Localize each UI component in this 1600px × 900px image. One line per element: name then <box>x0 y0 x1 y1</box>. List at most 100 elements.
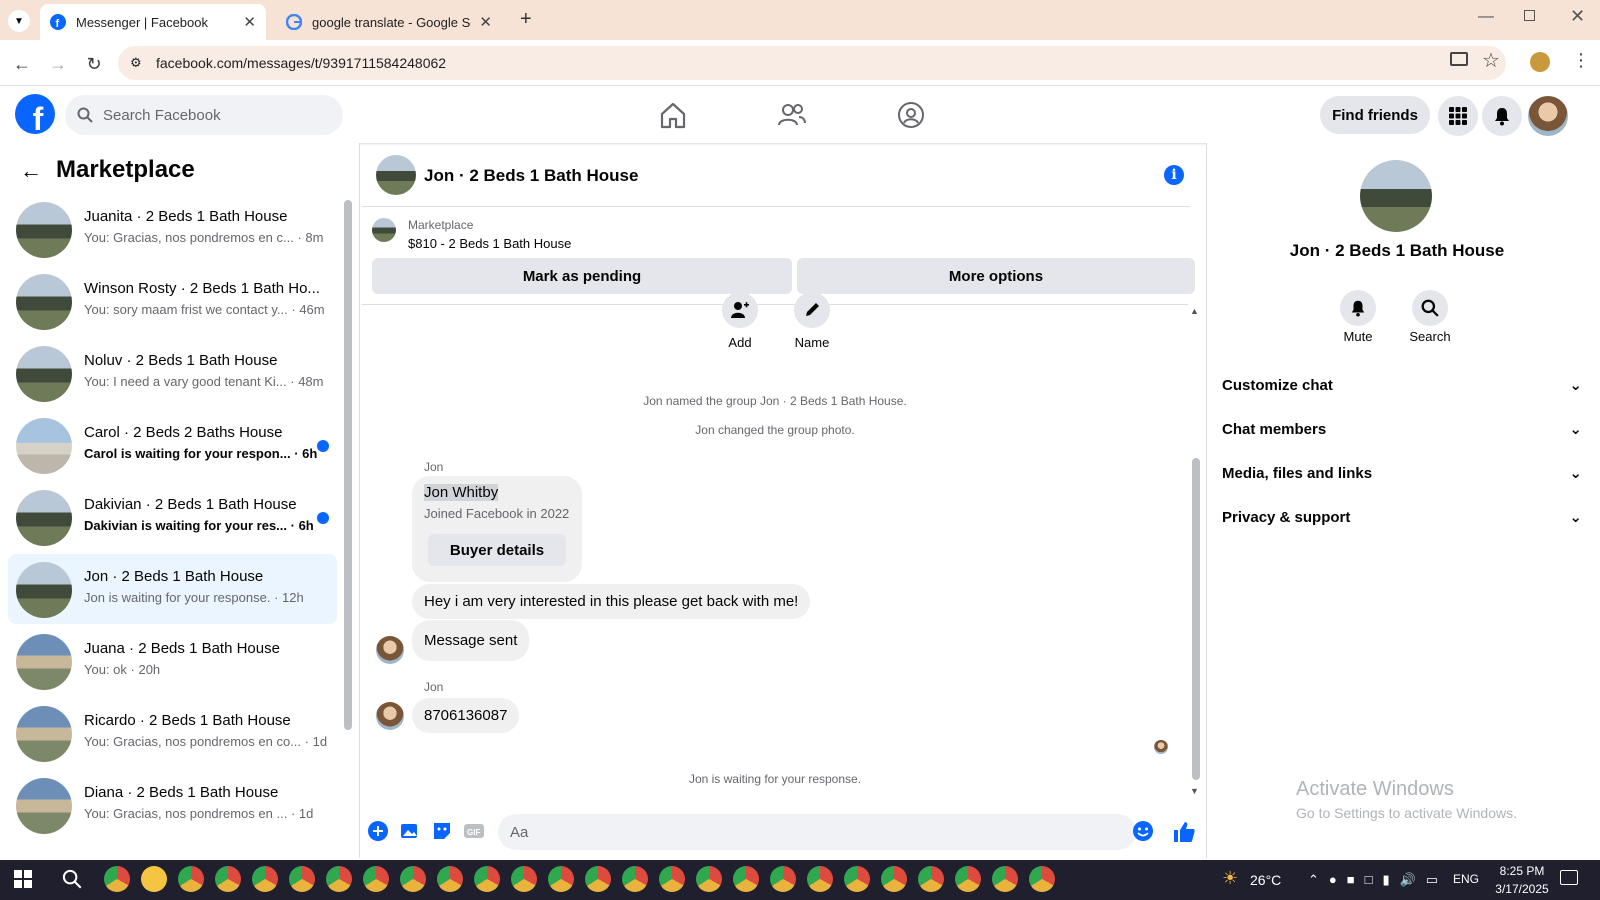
chrome-icon[interactable] <box>696 866 722 892</box>
notification-center-icon[interactable] <box>1560 870 1578 885</box>
tab-list-dropdown[interactable]: ▼ <box>8 10 30 32</box>
buyer-name[interactable]: Jon Whitby <box>424 484 499 501</box>
chrome-icon[interactable] <box>844 866 870 892</box>
new-tab-icon[interactable]: + <box>520 8 532 31</box>
chrome-icon[interactable] <box>807 866 833 892</box>
chrome-icon[interactable] <box>585 866 611 892</box>
gif-icon[interactable]: GIF <box>463 820 485 842</box>
reload-icon[interactable]: ↻ <box>82 52 106 76</box>
minimize-icon[interactable]: — <box>1478 8 1494 26</box>
scroll-up-icon[interactable]: ▲ <box>1190 306 1199 316</box>
back-icon[interactable]: ← <box>10 52 34 76</box>
conversation-item[interactable]: Juanita · 2 Beds 1 Bath House You: Gracia… <box>8 194 337 264</box>
chrome-icon[interactable] <box>1029 866 1055 892</box>
chrome-icon[interactable] <box>289 866 315 892</box>
find-friends-button[interactable]: Find friends <box>1320 96 1430 134</box>
install-icon[interactable] <box>1450 52 1468 66</box>
close-window-icon[interactable]: ✕ <box>1570 6 1585 27</box>
bookmark-star-icon[interactable]: ☆ <box>1482 48 1500 73</box>
message-bubble[interactable]: Hey i am very interested in this please … <box>412 584 811 619</box>
chrome-icon[interactable] <box>104 866 130 892</box>
restore-icon[interactable] <box>1524 10 1535 21</box>
close-tab-icon[interactable]: ✕ <box>243 13 256 31</box>
emoji-icon[interactable] <box>1132 820 1154 842</box>
chrome-icon[interactable] <box>992 866 1018 892</box>
browser-menu-icon[interactable]: ⋮ <box>1572 50 1590 71</box>
customize-chat-row[interactable]: Customize chat ⌄ <box>1222 376 1582 395</box>
chrome-icon[interactable] <box>548 866 574 892</box>
facebook-logo-icon[interactable]: f <box>15 94 55 134</box>
chrome-icon[interactable] <box>252 866 278 892</box>
clock-date[interactable]: 3/17/2025 <box>1486 882 1558 896</box>
media-files-links-row[interactable]: Media, files and links ⌄ <box>1222 464 1582 483</box>
chat-scrollbar[interactable] <box>1192 458 1200 780</box>
conversation-item[interactable]: Diana · 2 Beds 1 Bath House You: Gracias,… <box>8 770 337 840</box>
windows-start-icon[interactable] <box>14 870 32 888</box>
sender-avatar[interactable] <box>376 636 404 664</box>
back-arrow-icon[interactable]: ← <box>20 158 42 184</box>
site-info-icon[interactable]: ⚙ <box>130 55 142 71</box>
conversation-item[interactable]: Winson Rosty · 2 Beds 1 Bath Ho... You: s… <box>8 266 337 336</box>
chrome-icon[interactable] <box>326 866 352 892</box>
mute-button[interactable] <box>1340 290 1376 326</box>
file-explorer-icon[interactable] <box>141 866 167 892</box>
photo-icon[interactable] <box>399 820 421 842</box>
plus-circle-icon[interactable] <box>367 820 389 842</box>
add-people-button[interactable] <box>722 292 758 328</box>
chrome-icon[interactable] <box>622 866 648 892</box>
account-avatar[interactable] <box>1528 96 1568 136</box>
chrome-icon[interactable] <box>918 866 944 892</box>
chat-title[interactable]: Jon · 2 Beds 1 Bath House <box>424 166 638 186</box>
message-bubble[interactable]: 8706136087 <box>412 698 520 733</box>
search-in-chat-button[interactable] <box>1412 290 1448 326</box>
weather-temp[interactable]: 26°C <box>1250 872 1281 888</box>
conversation-item[interactable]: Noluv · 2 Beds 1 Bath House You: I need a… <box>8 338 337 408</box>
chrome-icon[interactable] <box>400 866 426 892</box>
privacy-support-row[interactable]: Privacy & support ⌄ <box>1222 508 1582 527</box>
taskbar-search-icon[interactable] <box>62 869 82 889</box>
conversation-item[interactable]: Carol · 2 Beds 2 Baths House Carol is wai… <box>8 410 337 480</box>
chrome-icon[interactable] <box>363 866 389 892</box>
chrome-icon[interactable] <box>178 866 204 892</box>
chat-photo-large[interactable] <box>1360 160 1432 232</box>
chrome-icon[interactable] <box>955 866 981 892</box>
conversation-item[interactable]: Ricardo · 2 Beds 1 Bath House You: Gracia… <box>8 698 337 768</box>
url-bar[interactable]: ⚙ facebook.com/messages/t/93917115842480… <box>118 46 1506 80</box>
chat-members-row[interactable]: Chat members ⌄ <box>1222 420 1582 439</box>
message-input[interactable]: Aa <box>498 814 1136 850</box>
language-indicator[interactable]: ENG <box>1453 872 1479 886</box>
listing-price-title[interactable]: $810 - 2 Beds 1 Bath House <box>408 236 571 251</box>
more-options-button[interactable]: More options <box>797 258 1195 294</box>
edit-name-button[interactable] <box>794 292 830 328</box>
chrome-icon[interactable] <box>881 866 907 892</box>
listing-thumbnail[interactable] <box>372 218 396 242</box>
conversation-scrollbar[interactable] <box>344 200 352 730</box>
chat-photo[interactable] <box>376 155 416 195</box>
tray-icons[interactable]: ⌃●■□▮🔊▭ <box>1308 872 1448 888</box>
profile-icon[interactable] <box>1530 52 1550 72</box>
conversation-item[interactable]: Dakivian · 2 Beds 1 Bath House Dakivian i… <box>8 482 337 552</box>
search-input[interactable]: Search Facebook <box>65 95 343 135</box>
conversation-item[interactable]: Juana · 2 Beds 1 Bath House You: ok · 20h <box>8 626 337 696</box>
groups-icon[interactable] <box>896 100 926 130</box>
chrome-icon[interactable] <box>437 866 463 892</box>
tab-messenger[interactable]: f Messenger | Facebook ✕ <box>40 4 266 40</box>
scroll-down-icon[interactable]: ▼ <box>1190 786 1199 796</box>
info-icon[interactable]: i <box>1164 165 1184 185</box>
thumbs-up-icon[interactable] <box>1172 820 1196 844</box>
menu-grid-icon[interactable] <box>1438 96 1478 136</box>
chrome-icon[interactable] <box>733 866 759 892</box>
forward-icon[interactable]: → <box>46 52 70 76</box>
sender-avatar[interactable] <box>376 702 404 730</box>
home-icon[interactable] <box>658 100 688 130</box>
buyer-details-button[interactable]: Buyer details <box>428 534 566 566</box>
conversation-item[interactable]: Jon · 2 Beds 1 Bath House Jon is waiting … <box>8 554 337 624</box>
message-bubble[interactable]: Message sent <box>412 620 530 661</box>
chrome-icon[interactable] <box>659 866 685 892</box>
chrome-icon[interactable] <box>215 866 241 892</box>
mark-as-pending-button[interactable]: Mark as pending <box>372 258 792 294</box>
tab-google[interactable]: google translate - Google Searc ✕ <box>276 4 502 40</box>
notifications-bell-icon[interactable] <box>1482 96 1522 136</box>
close-tab-icon[interactable]: ✕ <box>479 13 492 31</box>
friends-icon[interactable] <box>777 100 807 130</box>
